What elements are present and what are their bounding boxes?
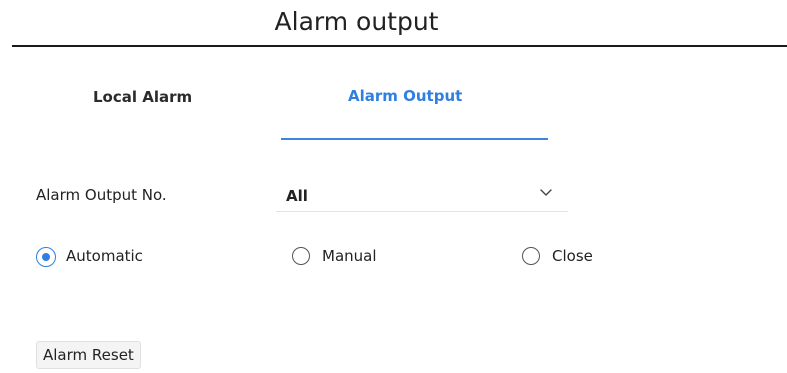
- radio-unchecked-icon: [522, 247, 540, 265]
- alarm-output-no-select[interactable]: All: [276, 179, 568, 212]
- tab-alarm-output[interactable]: Alarm Output: [348, 87, 462, 105]
- radio-manual[interactable]: Manual: [292, 247, 422, 269]
- chevron-down-icon: [539, 184, 553, 198]
- radio-unchecked-icon: [292, 247, 310, 265]
- alarm-output-no-label: Alarm Output No.: [36, 186, 167, 204]
- radio-close[interactable]: Close: [522, 247, 632, 269]
- radio-automatic[interactable]: Automatic: [36, 247, 186, 269]
- tab-bar: Local Alarm Alarm Output: [0, 60, 787, 140]
- tab-local-alarm[interactable]: Local Alarm: [93, 88, 192, 106]
- title-divider: [12, 45, 787, 47]
- alarm-output-no-value: All: [286, 187, 308, 205]
- radio-close-label: Close: [552, 247, 593, 265]
- alarm-reset-button[interactable]: Alarm Reset: [36, 341, 141, 369]
- active-tab-indicator: [281, 138, 548, 140]
- page-title: Alarm output: [274, 7, 439, 36]
- radio-manual-label: Manual: [322, 247, 377, 265]
- radio-automatic-label: Automatic: [66, 247, 143, 265]
- radio-checked-icon: [36, 247, 56, 267]
